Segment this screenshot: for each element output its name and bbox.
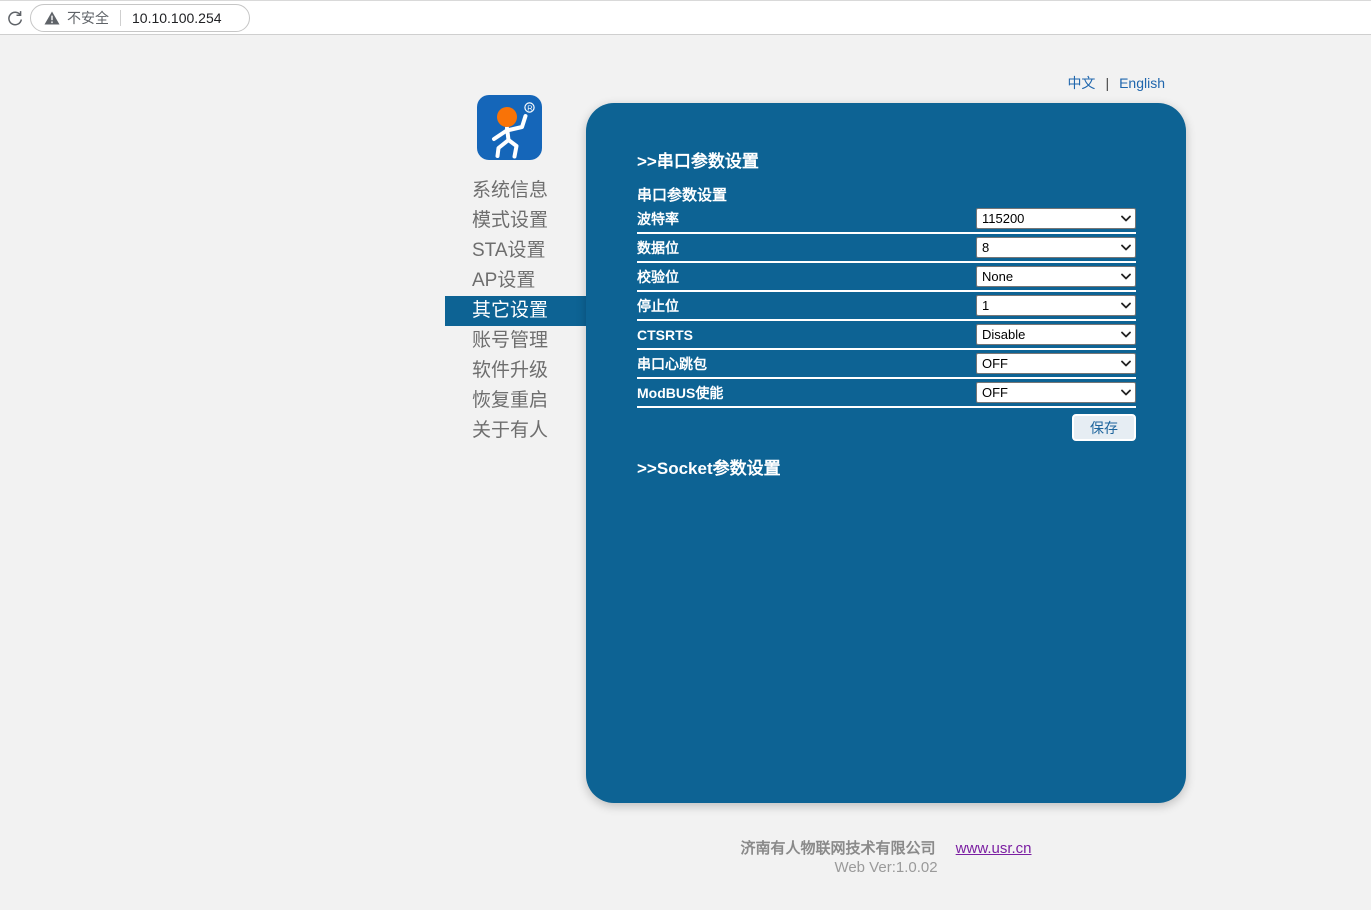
serial-heartbeat-label: 串口心跳包	[637, 354, 707, 374]
modbus-enable-select[interactable]: OFF	[976, 382, 1136, 403]
url-text[interactable]: 10.10.100.254	[132, 10, 222, 26]
reload-icon[interactable]	[3, 7, 27, 31]
ctsrts-select-wrap: Disable	[976, 324, 1136, 345]
lang-separator: |	[1105, 75, 1109, 91]
serial-heartbeat-select-wrap: OFF	[976, 353, 1136, 374]
form-row-baud-rate: 波特率 115200	[637, 205, 1136, 234]
baud-rate-label: 波特率	[637, 209, 679, 229]
data-bits-select[interactable]: 8	[976, 237, 1136, 258]
svg-text:R: R	[527, 103, 533, 112]
browser-toolbar: 不安全 10.10.100.254	[0, 0, 1371, 35]
lang-english-link[interactable]: English	[1119, 75, 1165, 91]
footer-company-name: 济南有人物联网技术有限公司	[740, 840, 935, 857]
footer-website-link[interactable]: www.usr.cn	[956, 840, 1032, 857]
sidebar-item-restore-restart[interactable]: 恢复重启	[445, 386, 586, 416]
modbus-enable-label: ModBUS使能	[637, 383, 723, 403]
form-row-modbus-enable: ModBUS使能 OFF	[637, 379, 1136, 408]
baud-rate-select[interactable]: 115200	[976, 208, 1136, 229]
form-row-stop-bits: 停止位 1	[637, 292, 1136, 321]
data-bits-select-wrap: 8	[976, 237, 1136, 258]
sidebar-menu: 系统信息 模式设置 STA设置 AP设置 其它设置 账号管理 软件升级 恢复重启…	[445, 176, 586, 446]
footer: 济南有人物联网技术有限公司 www.usr.cn Web Ver:1.0.02	[586, 840, 1186, 876]
serial-subsection-title: 串口参数设置	[637, 187, 1136, 205]
baud-rate-select-wrap: 115200	[976, 208, 1136, 229]
save-row: 保存	[637, 414, 1136, 441]
ctsrts-select[interactable]: Disable	[976, 324, 1136, 345]
sidebar-item-mode-settings[interactable]: 模式设置	[445, 206, 586, 236]
usr-running-man-icon: R	[477, 95, 542, 160]
serial-heartbeat-select[interactable]: OFF	[976, 353, 1136, 374]
stop-bits-select[interactable]: 1	[976, 295, 1136, 316]
serial-section-title: >>串口参数设置	[637, 151, 1136, 173]
sidebar-item-software-upgrade[interactable]: 软件升级	[445, 356, 586, 386]
sidebar-item-about-usr[interactable]: 关于有人	[445, 416, 586, 446]
sidebar-item-account-management[interactable]: 账号管理	[445, 326, 586, 356]
form-row-data-bits: 数据位 8	[637, 234, 1136, 263]
address-bar[interactable]: 不安全 10.10.100.254	[30, 4, 250, 32]
url-divider	[120, 10, 121, 26]
save-button[interactable]: 保存	[1072, 414, 1136, 441]
security-label: 不安全	[67, 8, 109, 28]
stop-bits-select-wrap: 1	[976, 295, 1136, 316]
sidebar-item-sta-settings[interactable]: STA设置	[445, 236, 586, 266]
lang-chinese-link[interactable]: 中文	[1067, 73, 1095, 93]
sidebar-item-ap-settings[interactable]: AP设置	[445, 266, 586, 296]
footer-web-version: Web Ver:1.0.02	[586, 859, 1186, 876]
usr-logo: R	[477, 95, 542, 160]
parity-label: 校验位	[637, 267, 679, 287]
form-row-parity: 校验位 None	[637, 263, 1136, 292]
stop-bits-label: 停止位	[637, 296, 679, 316]
form-row-serial-heartbeat: 串口心跳包 OFF	[637, 350, 1136, 379]
form-row-ctsrts: CTSRTS Disable	[637, 321, 1136, 350]
language-switcher: 中文 | English	[1067, 73, 1165, 93]
sidebar-item-system-info[interactable]: 系统信息	[445, 176, 586, 206]
settings-panel: >>串口参数设置 串口参数设置 波特率 115200 数据位 8 校验位 N	[586, 103, 1186, 803]
parity-select[interactable]: None	[976, 266, 1136, 287]
modbus-enable-select-wrap: OFF	[976, 382, 1136, 403]
ctsrts-label: CTSRTS	[637, 327, 693, 343]
socket-section-title: >>Socket参数设置	[637, 454, 1136, 479]
sidebar-item-other-settings[interactable]: 其它设置	[445, 296, 586, 326]
warning-icon[interactable]	[44, 11, 60, 25]
data-bits-label: 数据位	[637, 238, 679, 258]
parity-select-wrap: None	[976, 266, 1136, 287]
